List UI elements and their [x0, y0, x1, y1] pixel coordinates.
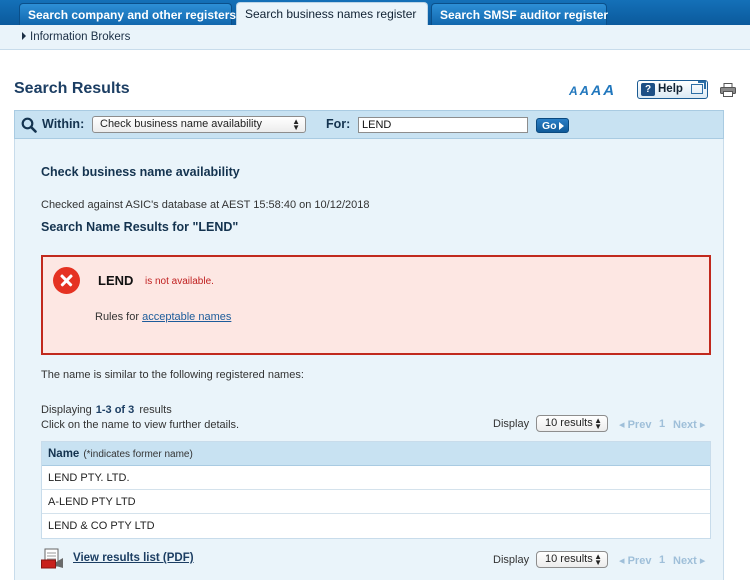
go-button[interactable]: Go: [536, 118, 569, 133]
tab-search-company-registers[interactable]: Search company and other registers: [19, 3, 236, 25]
within-select-value: Check business name availability: [100, 118, 263, 130]
displaying-count: Displaying 1-3 of 3 results: [41, 404, 172, 416]
within-select[interactable]: Check business name availability ▲ ▼: [92, 116, 306, 133]
checked-timestamp: Checked against ASIC's database at AEST …: [41, 199, 370, 211]
help-label: Help: [658, 83, 683, 95]
results-table: Name (*indicates former name) LEND PTY. L…: [41, 441, 711, 539]
rules-text: Rules for acceptable names: [95, 311, 231, 323]
prev-label: Prev: [627, 419, 652, 431]
select-arrows-icon: ▲ ▼: [594, 552, 602, 567]
page-title: Search Results: [14, 80, 130, 97]
results-word: results: [139, 404, 172, 416]
results-per-page-select[interactable]: 10 results ▲ ▼: [536, 551, 608, 568]
rules-prefix: Rules for: [95, 311, 140, 323]
go-label: Go: [542, 120, 557, 132]
results-heading: Search Name Results for "LEND": [41, 220, 239, 234]
for-label: For:: [326, 117, 351, 131]
subnav-item-information-brokers[interactable]: Information Brokers: [22, 31, 130, 43]
search-icon: [21, 117, 37, 133]
prev-page-link[interactable]: ◂ Prev: [619, 554, 651, 567]
select-arrows-icon: ▲ ▼: [292, 117, 300, 132]
triangle-right-icon: [22, 32, 26, 40]
search-bar: Within: Check business name availability…: [14, 110, 724, 139]
tab-search-business-names[interactable]: Search business names register: [236, 2, 428, 26]
next-page-link[interactable]: Next ▸: [673, 418, 705, 431]
question-icon: ?: [641, 83, 655, 96]
availability-status: is not available.: [145, 276, 214, 287]
sub-navigation: Information Brokers: [0, 25, 750, 50]
external-window-icon: [691, 81, 706, 94]
displaying-range: 1-3 of 3: [95, 404, 135, 416]
font-size-xlarge-icon[interactable]: A: [603, 82, 614, 99]
next-label: Next: [673, 419, 697, 431]
prev-page-link[interactable]: ◂ Prev: [619, 418, 651, 431]
tab-search-smsf-auditor[interactable]: Search SMSF auditor register: [431, 3, 608, 25]
table-row[interactable]: LEND PTY. LTD.: [42, 466, 710, 490]
header-note: (*indicates former name): [83, 449, 193, 460]
results-per-page-select[interactable]: 10 results ▲ ▼: [536, 415, 608, 432]
print-icon[interactable]: [720, 83, 736, 97]
results-panel: Check business name availability Checked…: [14, 139, 724, 580]
next-label: Next: [673, 555, 697, 567]
font-size-large-icon[interactable]: A: [591, 82, 601, 98]
next-page-link[interactable]: Next ▸: [673, 554, 705, 567]
displaying-label: Displaying: [41, 404, 92, 416]
error-x-icon: [53, 267, 80, 294]
within-label: Within:: [42, 117, 85, 131]
help-button[interactable]: ? Help: [637, 80, 708, 99]
pdf-file-icon[interactable]: [41, 548, 65, 570]
display-label: Display: [493, 554, 530, 566]
header-name: Name: [48, 448, 80, 460]
prev-label: Prev: [627, 555, 652, 567]
font-size-controls: AAAA: [569, 82, 616, 99]
results-per-page-value: 10 results: [545, 553, 593, 565]
page-number: 1: [659, 418, 666, 430]
section-heading: Check business name availability: [41, 165, 240, 179]
font-size-medium-icon[interactable]: A: [580, 83, 589, 98]
page-number: 1: [659, 554, 666, 566]
click-note: Click on the name to view further detail…: [41, 419, 240, 431]
table-row[interactable]: LEND & CO PTY LTD: [42, 514, 710, 538]
acceptable-names-link[interactable]: acceptable names: [142, 311, 231, 323]
register-tab-bar: Search company and other registers Searc…: [0, 0, 750, 26]
view-results-pdf-link[interactable]: View results list (PDF): [73, 552, 194, 564]
table-row[interactable]: A-LEND PTY LTD: [42, 490, 710, 514]
subnav-item-label: Information Brokers: [30, 31, 131, 43]
select-arrows-icon: ▲ ▼: [594, 416, 602, 431]
results-per-page-value: 10 results: [545, 417, 593, 429]
font-size-small-icon[interactable]: A: [569, 84, 578, 98]
search-input[interactable]: [358, 117, 528, 133]
play-arrow-icon: [559, 122, 564, 130]
searched-name: LEND: [98, 273, 134, 288]
table-header: Name (*indicates former name): [42, 442, 710, 466]
similar-names-text: The name is similar to the following reg…: [41, 369, 304, 381]
display-label: Display: [493, 418, 530, 430]
availability-error-box: LEND is not available. Rules for accepta…: [41, 255, 711, 355]
